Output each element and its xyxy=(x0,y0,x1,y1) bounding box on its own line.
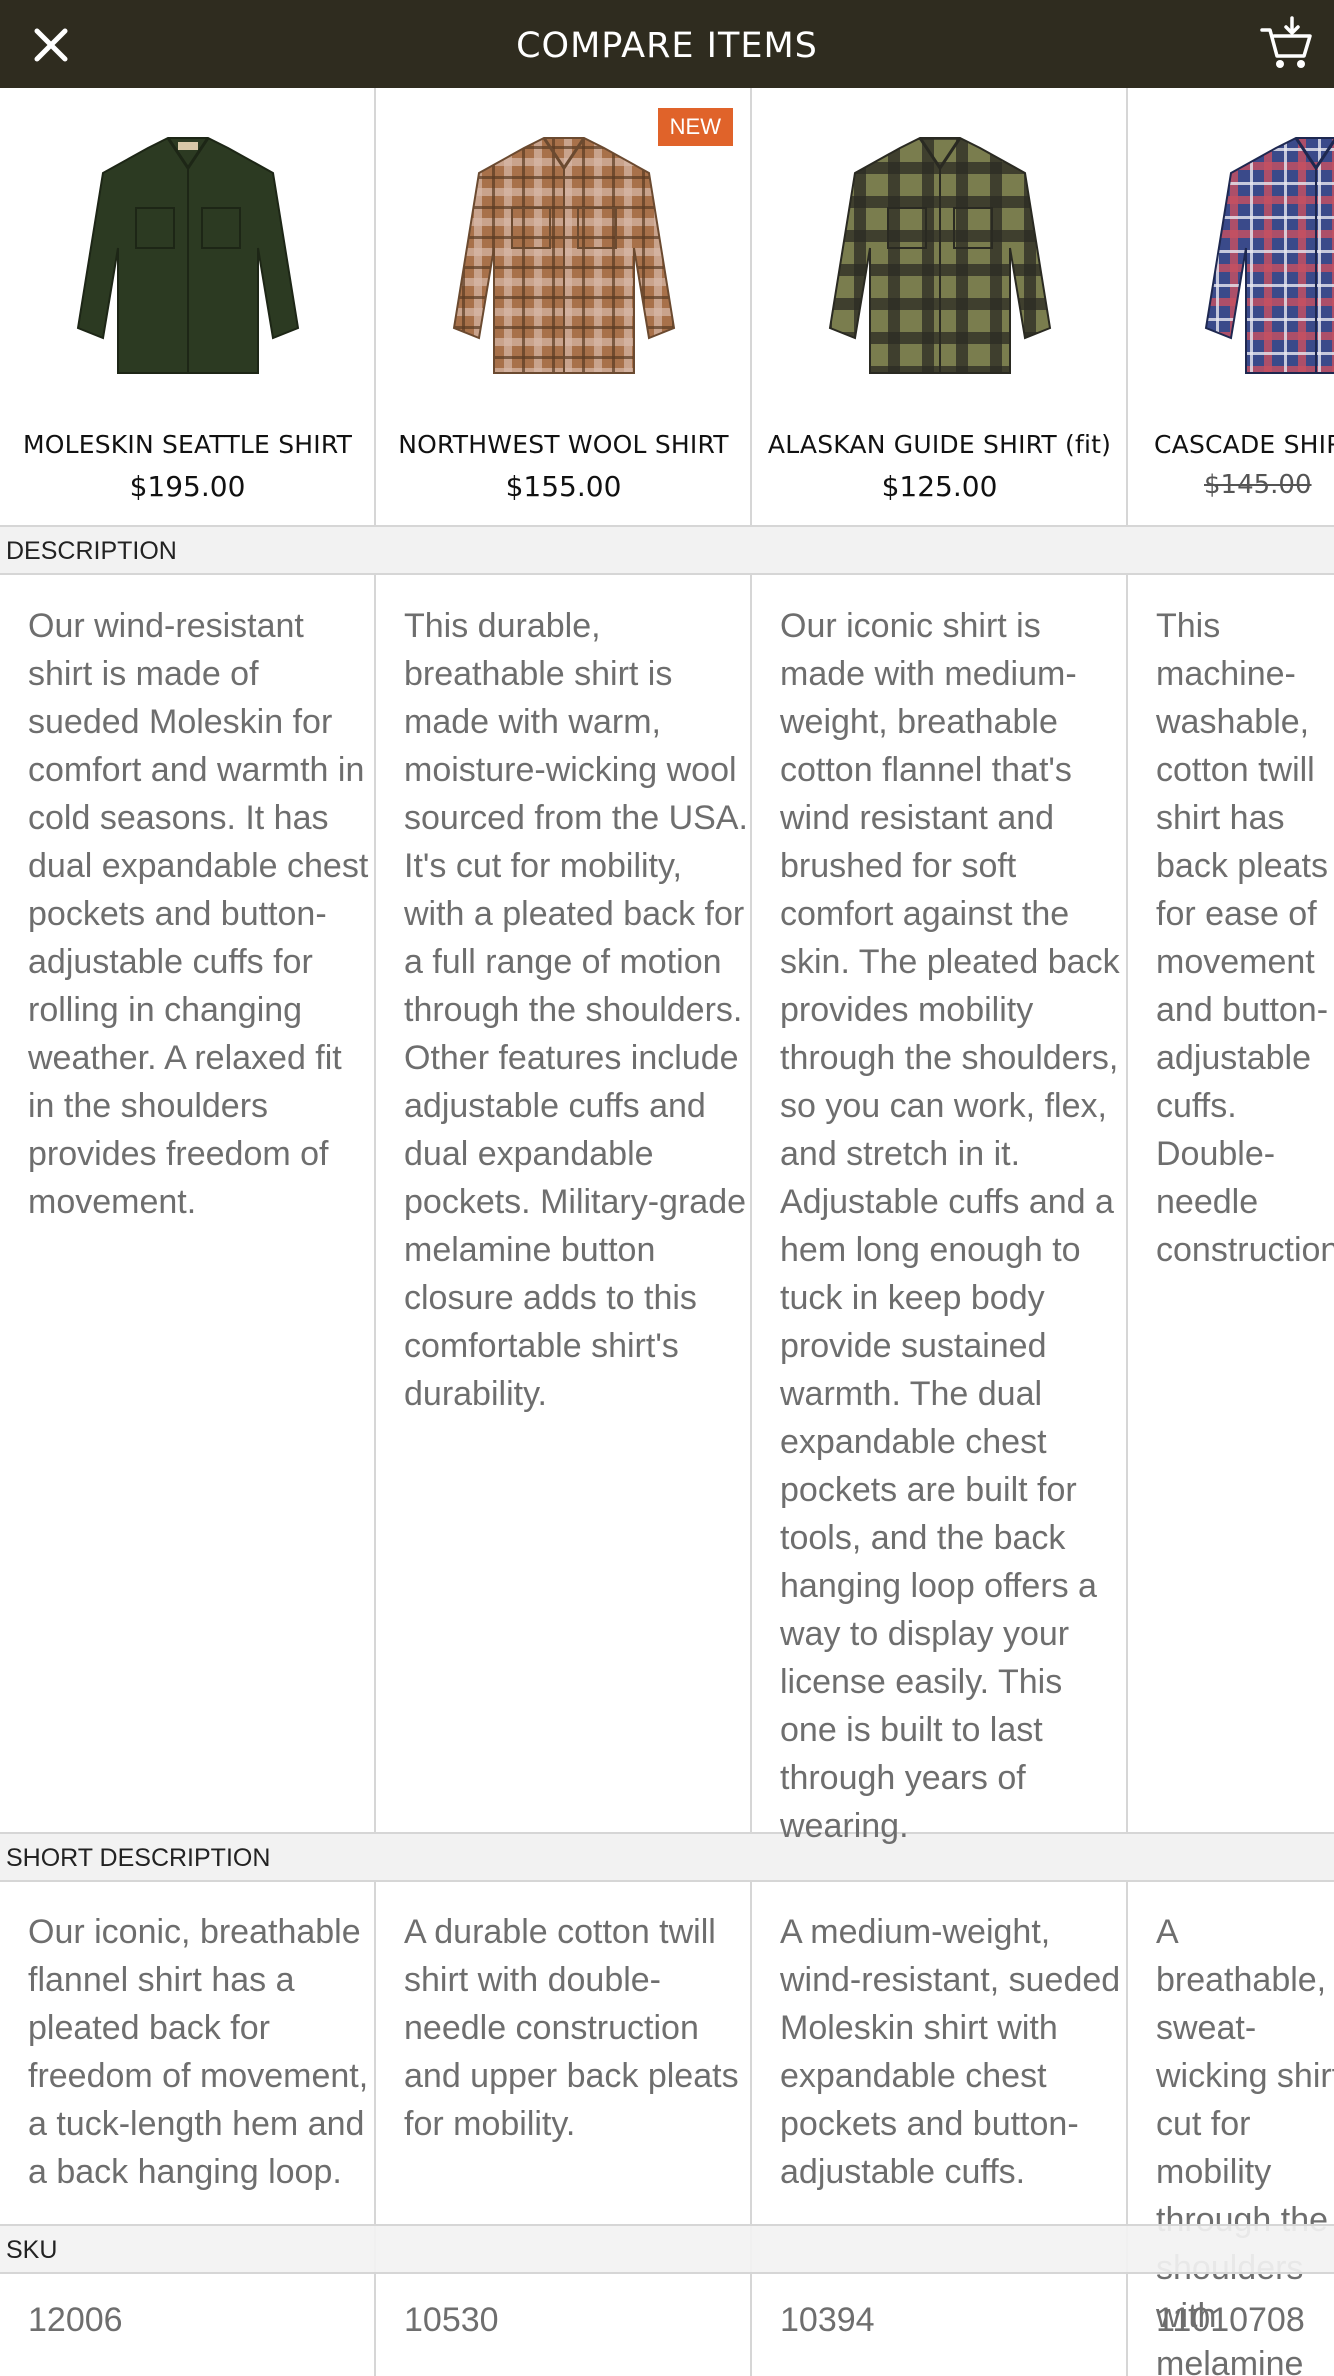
description-cell: Our iconic shirt is made with medium-wei… xyxy=(780,607,1120,1845)
product-image[interactable] xyxy=(68,128,308,388)
short-description-cell: Our iconic, breathable flannel shirt has… xyxy=(28,1913,369,2191)
sku-cell: 10394 xyxy=(780,2301,875,2339)
product-card[interactable]: CASCADE SHIRT $145.00 xyxy=(1128,88,1334,525)
product-image[interactable] xyxy=(820,128,1060,388)
cart-button[interactable] xyxy=(1256,16,1316,72)
short-description-cell: A medium-weight, wind-resistant, sueded … xyxy=(780,1913,1121,2191)
product-price: $125.00 xyxy=(881,470,998,503)
sku-cell: 11010708 xyxy=(1156,2301,1305,2339)
cart-add-icon xyxy=(1260,16,1312,68)
product-card[interactable]: MOLESKIN SEATTLE SHIRT $195.00 xyxy=(0,88,375,525)
product-card[interactable]: ALASKAN GUIDE SHIRT (fit) $125.00 xyxy=(752,88,1127,525)
product-price: $145.00 xyxy=(1204,470,1312,500)
page-title: COMPARE ITEMS xyxy=(516,26,818,66)
description-cell: Our wind-resistant shirt is made of sued… xyxy=(28,607,369,1221)
product-price: $195.00 xyxy=(129,470,246,503)
section-label: DESCRIPTION xyxy=(6,537,177,565)
product-image[interactable] xyxy=(1196,128,1334,388)
section-label: SHORT DESCRIPTION xyxy=(6,1844,271,1872)
product-name[interactable]: CASCADE SHIRT xyxy=(1154,430,1334,459)
product-price: $155.00 xyxy=(505,470,622,503)
product-card[interactable]: NEW NORTHWEST WOOL SHIRT $155.00 xyxy=(376,88,751,525)
product-image[interactable] xyxy=(444,128,684,388)
section-header-short-description: SHORT DESCRIPTION xyxy=(0,1832,1334,1882)
sku-cell: 10530 xyxy=(404,2301,499,2339)
description-cell: This machine-washable, cotton twill shir… xyxy=(1156,607,1334,1269)
product-name[interactable]: MOLESKIN SEATTLE SHIRT xyxy=(0,430,375,459)
description-cell: This durable, breathable shirt is made w… xyxy=(404,607,748,1413)
section-header-description: DESCRIPTION xyxy=(0,525,1334,575)
product-name[interactable]: ALASKAN GUIDE SHIRT (fit) xyxy=(752,430,1127,459)
compare-table[interactable]: MOLESKIN SEATTLE SHIRT $195.00 NEW NORTH… xyxy=(0,88,1334,2376)
short-description-cell: A durable cotton twill shirt with double… xyxy=(404,1913,739,2143)
product-name[interactable]: NORTHWEST WOOL SHIRT xyxy=(376,430,751,459)
sku-cell: 12006 xyxy=(28,2301,123,2339)
section-header-sku: SKU xyxy=(0,2224,1334,2274)
section-label: SKU xyxy=(6,2236,58,2264)
top-bar: COMPARE ITEMS xyxy=(0,0,1334,88)
